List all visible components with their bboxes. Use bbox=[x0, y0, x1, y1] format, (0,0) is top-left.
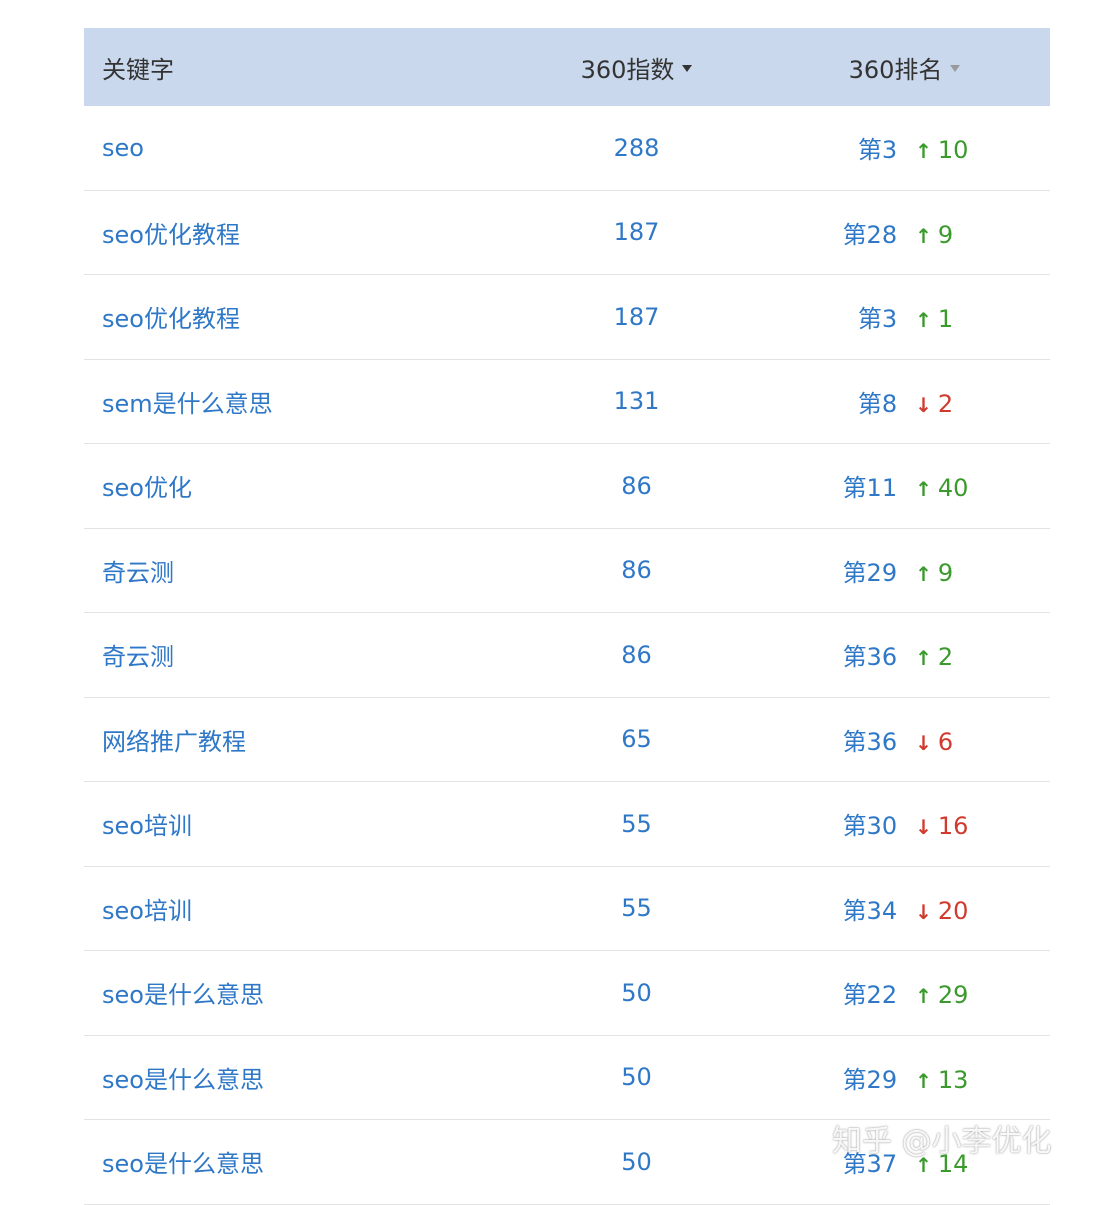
arrow-up-icon: ↑ bbox=[915, 139, 932, 164]
rank-position: 第36 bbox=[842, 643, 898, 672]
keyword-link[interactable]: 奇云测 bbox=[84, 637, 514, 672]
index-value: 187 bbox=[613, 302, 660, 331]
table-row: seo是什么意思 50 第22 ↑ 29 bbox=[84, 951, 1050, 1036]
rank-change: 40 bbox=[937, 474, 969, 503]
rank-position: 第29 bbox=[842, 1065, 898, 1094]
header-keyword: 关键字 bbox=[102, 55, 174, 84]
arrow-up-icon: ↑ bbox=[915, 646, 932, 671]
rank-position: 第34 bbox=[842, 896, 898, 925]
rank-change: 29 bbox=[937, 981, 969, 1010]
index-value: 86 bbox=[621, 471, 652, 500]
index-value: 288 bbox=[613, 133, 660, 162]
rank-change: 2 bbox=[937, 389, 954, 418]
arrow-down-icon: ↓ bbox=[915, 815, 932, 840]
table-row: 奇云测 86 第29 ↑ 9 bbox=[84, 529, 1050, 613]
rank-cell: 第30 ↓ 16 bbox=[759, 806, 1050, 841]
rank-cell: 第28 ↑ 9 bbox=[759, 215, 1050, 250]
rank-cell: 第29 ↑ 13 bbox=[759, 1060, 1050, 1095]
header-index-sort[interactable]: 360指数 bbox=[514, 50, 759, 85]
rank-cell: 第36 ↓ 6 bbox=[759, 722, 1050, 757]
rank-position: 第11 bbox=[842, 474, 898, 503]
index-value: 50 bbox=[621, 978, 652, 1007]
watermark: 知乎 @小李优化 bbox=[832, 1124, 1052, 1159]
rank-cell: 第3 ↑ 1 bbox=[759, 299, 1050, 334]
header-rank-label: 360排名 bbox=[848, 55, 943, 84]
header-rank-sort[interactable]: 360排名 bbox=[759, 50, 1050, 85]
table-header: 关键字 360指数 360排名 bbox=[84, 28, 1050, 106]
keyword-link[interactable]: seo bbox=[84, 134, 514, 162]
keyword-link[interactable]: seo培训 bbox=[84, 891, 514, 926]
index-value: 86 bbox=[621, 640, 652, 669]
rank-cell: 第34 ↓ 20 bbox=[759, 891, 1050, 926]
arrow-down-icon: ↓ bbox=[915, 730, 932, 755]
arrow-down-icon: ↓ bbox=[915, 392, 932, 417]
rank-position: 第30 bbox=[842, 812, 898, 841]
rank-cell: 第36 ↑ 2 bbox=[759, 637, 1050, 672]
arrow-up-icon: ↑ bbox=[915, 1068, 932, 1093]
keyword-link[interactable]: 奇云测 bbox=[84, 553, 514, 588]
rank-position: 第22 bbox=[842, 981, 898, 1010]
index-value: 86 bbox=[621, 556, 652, 585]
rank-position: 第3 bbox=[857, 305, 898, 334]
table-row: seo优化 86 第11 ↑ 40 bbox=[84, 444, 1050, 529]
keyword-link[interactable]: 网络推广教程 bbox=[84, 722, 514, 757]
arrow-up-icon: ↑ bbox=[915, 477, 932, 502]
index-value: 50 bbox=[621, 1063, 652, 1092]
keyword-ranking-table: 关键字 360指数 360排名 seo 288 第3 ↑ 10 seo优化教程 187 第28… bbox=[84, 28, 1050, 1205]
rank-change: 9 bbox=[937, 558, 954, 587]
rank-position: 第36 bbox=[842, 727, 898, 756]
arrow-up-icon: ↑ bbox=[915, 223, 932, 248]
arrow-up-icon: ↑ bbox=[915, 984, 932, 1009]
rank-cell: 第8 ↓ 2 bbox=[759, 384, 1050, 419]
rank-change: 13 bbox=[937, 1065, 969, 1094]
rank-change: 20 bbox=[937, 896, 969, 925]
keyword-link[interactable]: seo优化教程 bbox=[84, 299, 514, 334]
rank-change: 10 bbox=[937, 136, 969, 165]
rank-position: 第3 bbox=[857, 136, 898, 165]
table-row: 奇云测 86 第36 ↑ 2 bbox=[84, 613, 1050, 698]
rank-cell: 第29 ↑ 9 bbox=[759, 553, 1050, 588]
table-row: seo培训 55 第34 ↓ 20 bbox=[84, 867, 1050, 951]
rank-change: 6 bbox=[937, 727, 954, 756]
arrow-up-icon: ↑ bbox=[915, 308, 932, 333]
rank-cell: 第22 ↑ 29 bbox=[759, 975, 1050, 1010]
header-index-label: 360指数 bbox=[580, 55, 675, 84]
table-row: seo优化教程 187 第3 ↑ 1 bbox=[84, 275, 1050, 360]
rank-cell: 第11 ↑ 40 bbox=[759, 468, 1050, 503]
keyword-link[interactable]: seo优化教程 bbox=[84, 215, 514, 250]
keyword-link[interactable]: seo是什么意思 bbox=[84, 975, 514, 1010]
index-value: 50 bbox=[621, 1147, 652, 1176]
keyword-link[interactable]: seo优化 bbox=[84, 468, 514, 503]
rank-change: 9 bbox=[937, 220, 954, 249]
rank-change: 2 bbox=[937, 643, 954, 672]
sort-down-icon[interactable] bbox=[950, 64, 961, 72]
keyword-link[interactable]: sem是什么意思 bbox=[84, 384, 514, 419]
table-row: sem是什么意思 131 第8 ↓ 2 bbox=[84, 360, 1050, 444]
table-row: 网络推广教程 65 第36 ↓ 6 bbox=[84, 698, 1050, 782]
index-value: 65 bbox=[621, 725, 652, 754]
table-row: seo 288 第3 ↑ 10 bbox=[84, 106, 1050, 191]
index-value: 55 bbox=[621, 809, 652, 838]
index-value: 55 bbox=[621, 894, 652, 923]
rank-position: 第29 bbox=[842, 558, 898, 587]
table-body: seo 288 第3 ↑ 10 seo优化教程 187 第28 ↑ 9 seo优化教程 187 第3 ↑ 1… bbox=[84, 106, 1050, 1205]
sort-down-icon[interactable] bbox=[682, 64, 693, 72]
table-row: seo是什么意思 50 第29 ↑ 13 bbox=[84, 1036, 1050, 1120]
rank-change: 1 bbox=[937, 305, 954, 334]
table-row: seo培训 55 第30 ↓ 16 bbox=[84, 782, 1050, 867]
index-value: 131 bbox=[613, 387, 660, 416]
index-value: 187 bbox=[613, 218, 660, 247]
arrow-down-icon: ↓ bbox=[915, 899, 932, 924]
rank-cell: 第3 ↑ 10 bbox=[759, 130, 1050, 165]
arrow-up-icon: ↑ bbox=[915, 561, 932, 586]
rank-position: 第8 bbox=[857, 389, 898, 418]
rank-change: 16 bbox=[937, 812, 969, 841]
table-row: seo优化教程 187 第28 ↑ 9 bbox=[84, 191, 1050, 275]
keyword-link[interactable]: seo培训 bbox=[84, 806, 514, 841]
keyword-link[interactable]: seo是什么意思 bbox=[84, 1060, 514, 1095]
keyword-link[interactable]: seo是什么意思 bbox=[84, 1144, 514, 1179]
rank-position: 第28 bbox=[842, 220, 898, 249]
